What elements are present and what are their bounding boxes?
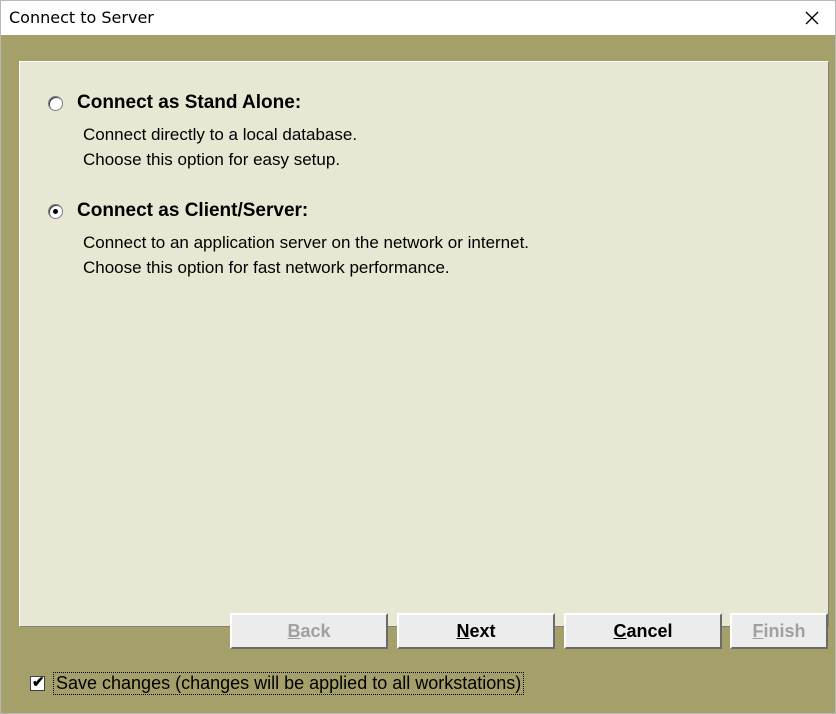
- close-icon: [805, 11, 819, 25]
- client-server-radio[interactable]: [48, 203, 63, 219]
- cancel-label-rest: ancel: [626, 620, 673, 641]
- next-button[interactable]: Next: [397, 613, 555, 649]
- window-title: Connect to Server: [9, 8, 154, 27]
- dialog-body: Connect as Stand Alone: Connect directly…: [1, 35, 835, 713]
- cancel-button[interactable]: Cancel: [564, 613, 722, 649]
- next-mnemonic: N: [456, 620, 470, 641]
- finish-label-rest: inish: [763, 620, 806, 641]
- stand-alone-description: Connect directly to a local database. Ch…: [83, 122, 357, 172]
- back-mnemonic: B: [287, 620, 301, 641]
- stand-alone-desc-line-2: Choose this option for easy setup.: [83, 150, 341, 169]
- back-button[interactable]: Back: [230, 613, 388, 649]
- radio-selected-dot: [53, 208, 58, 214]
- connection-options-panel: Connect as Stand Alone: Connect directly…: [19, 61, 829, 627]
- save-changes-checkbox[interactable]: ✔: [30, 674, 45, 691]
- client-server-title[interactable]: Connect as Client/Server:: [77, 200, 308, 222]
- connect-to-server-dialog: Connect to Server Connect as Stand Alone…: [0, 0, 836, 714]
- save-changes-label[interactable]: Save changes (changes will be applied to…: [53, 672, 525, 695]
- checkmark-icon: ✔: [32, 674, 45, 691]
- option-client-server[interactable]: Connect as Client/Server: Connect to an …: [48, 200, 529, 280]
- stand-alone-desc-line-1: Connect directly to a local database.: [83, 125, 358, 144]
- option-stand-alone[interactable]: Connect as Stand Alone: Connect directly…: [48, 92, 357, 172]
- title-bar: Connect to Server: [1, 1, 835, 35]
- cancel-mnemonic: C: [613, 620, 627, 641]
- back-label-rest: ack: [300, 620, 331, 641]
- close-button[interactable]: [789, 1, 835, 35]
- save-changes-row[interactable]: ✔ Save changes (changes will be applied …: [30, 672, 525, 695]
- stand-alone-title[interactable]: Connect as Stand Alone:: [77, 92, 301, 114]
- client-server-desc-line-2: Choose this option for fast network perf…: [83, 258, 450, 277]
- next-label-rest: ext: [469, 620, 496, 641]
- finish-mnemonic: F: [752, 620, 764, 641]
- client-server-desc-line-1: Connect to an application server on the …: [83, 233, 530, 252]
- client-server-description: Connect to an application server on the …: [83, 230, 529, 280]
- finish-button[interactable]: Finish: [730, 613, 828, 649]
- stand-alone-radio[interactable]: [48, 95, 63, 111]
